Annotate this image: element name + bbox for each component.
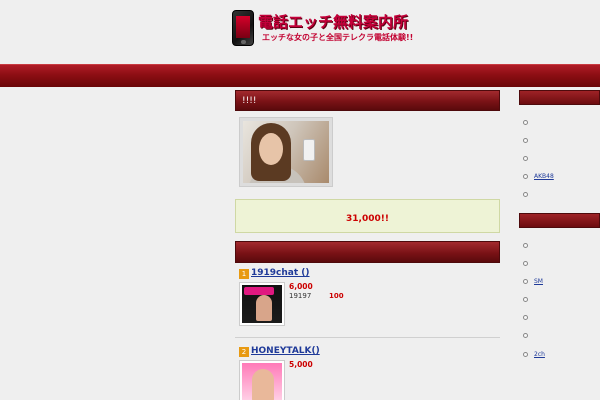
bullet-icon bbox=[523, 351, 528, 357]
bullet-icon bbox=[523, 192, 528, 198]
bullet-icon bbox=[523, 260, 528, 266]
bullet-icon bbox=[523, 242, 528, 248]
sidebar-item[interactable] bbox=[523, 254, 600, 272]
sidebar-item[interactable] bbox=[523, 113, 600, 131]
bullet-icon bbox=[523, 155, 528, 161]
sidebar-item[interactable] bbox=[523, 236, 600, 254]
sidebar-item[interactable] bbox=[523, 327, 600, 345]
ranking-item: 1 1919chat () 6,000 19197 100 bbox=[235, 268, 500, 338]
sidebar-list: AKB48 bbox=[519, 105, 600, 204]
sidebar-item[interactable]: 2ch bbox=[523, 345, 600, 363]
bullet-icon bbox=[523, 315, 528, 321]
main-content: !!!! 31,000!! 1 1919chat () 6,000 19197 … bbox=[235, 90, 500, 400]
site-header: 電話エッチ無料案内所 エッチな女の子と全国テレクラ電話体験!! bbox=[0, 0, 600, 64]
ranking-note-value: 100 bbox=[329, 292, 344, 300]
site-logo[interactable]: 電話エッチ無料案内所 エッチな女の子と全国テレクラ電話体験!! bbox=[232, 10, 414, 46]
ranking-note: 19197 bbox=[289, 292, 312, 300]
smartphone-icon bbox=[232, 10, 254, 46]
ranking-price: 6,000 bbox=[289, 282, 313, 291]
sidebar-item[interactable] bbox=[523, 186, 600, 204]
sidebar-heading bbox=[519, 212, 600, 228]
ranking-thumbnail[interactable] bbox=[239, 360, 285, 400]
bullet-icon bbox=[523, 333, 528, 339]
sidebar-list: SM 2ch bbox=[519, 228, 600, 363]
promo-banner: 31,000!! bbox=[235, 199, 500, 233]
logo-title: 電話エッチ無料案内所 bbox=[258, 13, 409, 31]
sidebar-item[interactable] bbox=[523, 149, 600, 167]
sidebar-item[interactable] bbox=[523, 309, 600, 327]
bullet-icon bbox=[523, 174, 528, 180]
section-heading: !!!! bbox=[235, 90, 500, 111]
nav-bar bbox=[0, 64, 600, 87]
bullet-icon bbox=[523, 278, 528, 284]
phone-in-hand-icon bbox=[303, 139, 315, 161]
sidebar-item[interactable]: AKB48 bbox=[523, 168, 600, 186]
sidebar-item[interactable]: SM bbox=[523, 272, 600, 290]
sidebar-heading bbox=[519, 90, 600, 105]
ranking-item-link[interactable]: HONEYTALK() bbox=[251, 346, 320, 356]
logo-subtitle: エッチな女の子と全国テレクラ電話体験!! bbox=[262, 33, 414, 42]
rank-badge: 1 bbox=[239, 269, 249, 279]
bullet-icon bbox=[523, 137, 528, 143]
ranking-item-link[interactable]: 1919chat () bbox=[251, 268, 310, 278]
sidebar: AKB48 SM 2ch bbox=[519, 90, 600, 363]
ranking-thumbnail[interactable] bbox=[239, 282, 285, 326]
bullet-icon bbox=[523, 119, 528, 125]
ranking-price: 5,000 bbox=[289, 360, 313, 369]
promo-text: 31,000!! bbox=[346, 214, 389, 224]
hero-image bbox=[239, 117, 333, 187]
divider bbox=[235, 337, 500, 338]
sidebar-item[interactable] bbox=[523, 291, 600, 309]
sidebar-item[interactable] bbox=[523, 131, 600, 149]
rank-badge: 2 bbox=[239, 347, 249, 357]
ranking-heading bbox=[235, 241, 500, 263]
ranking-item: 2 HONEYTALK() 5,000 bbox=[235, 346, 500, 400]
bullet-icon bbox=[523, 297, 528, 303]
